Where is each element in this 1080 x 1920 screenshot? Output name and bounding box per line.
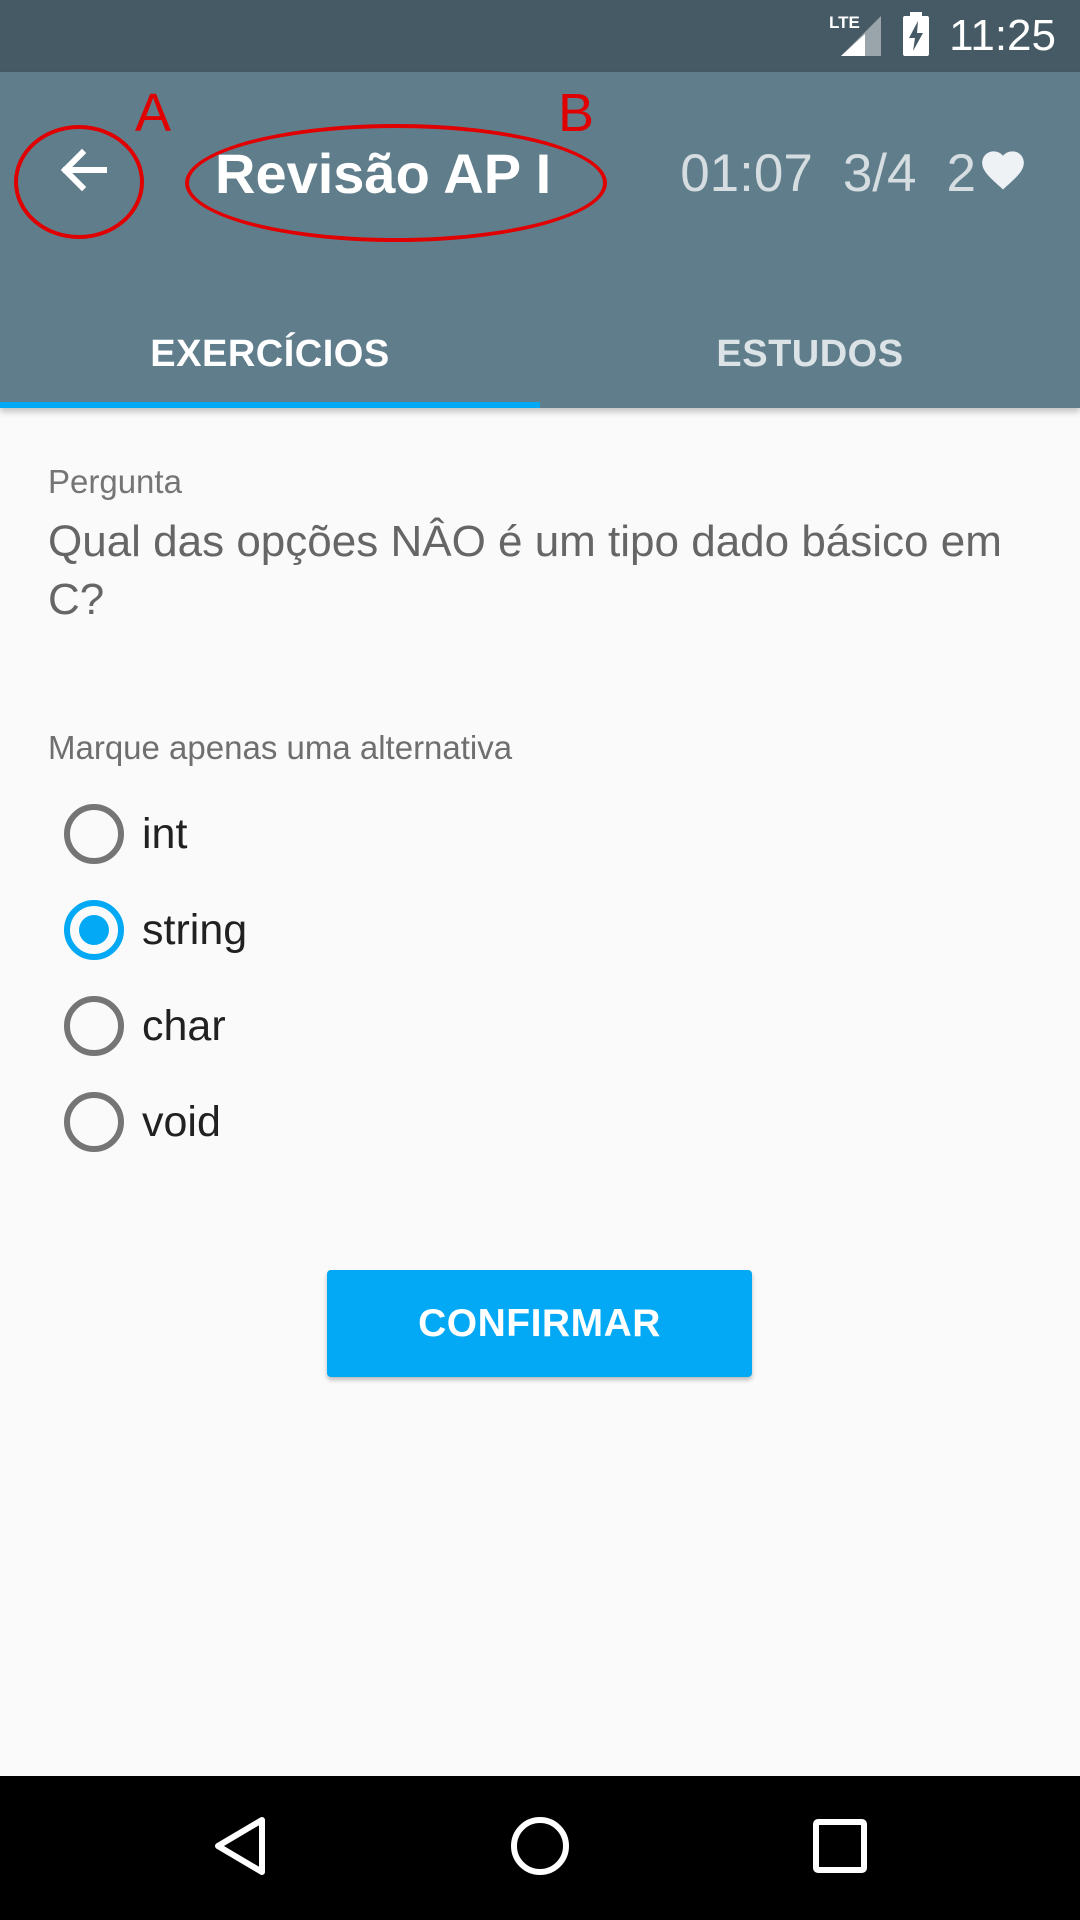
lives-count: 2 (946, 144, 976, 203)
tab-exercicios[interactable]: EXERCÍCIOS (0, 300, 540, 408)
answer-option-int[interactable]: int (64, 786, 247, 882)
radio-button[interactable] (64, 1092, 124, 1152)
answer-option-label: int (142, 810, 188, 858)
lte-signal-icon: LTE (827, 10, 883, 63)
question-label: Pergunta (48, 463, 182, 500)
answer-option-char[interactable]: char (64, 978, 247, 1074)
answer-radio-group: int string char void (64, 786, 247, 1170)
lives-counter: 2 (947, 142, 1028, 206)
progress-text: 3/4 (842, 144, 917, 203)
status-time: 11:25 (949, 11, 1056, 60)
exercise-content: Pergunta Qual das opções NÂO é um tipo d… (0, 408, 1080, 1776)
page-title: Revisão AP I (215, 142, 552, 205)
annotation-label-a: A (135, 83, 172, 143)
navigation-bar (0, 1776, 1080, 1920)
app-bar: Revisão AP I 01:07 3/4 2 A B EXERCÍCIOS … (0, 72, 1080, 408)
nav-back-button[interactable] (198, 1806, 282, 1890)
triangle-back-icon (210, 1814, 270, 1883)
confirm-button[interactable]: CONFIRMAR (327, 1270, 752, 1377)
radio-button[interactable] (64, 804, 124, 864)
tab-label: ESTUDOS (716, 332, 904, 375)
radio-button[interactable] (64, 996, 124, 1056)
tab-estudos[interactable]: ESTUDOS (540, 300, 1080, 408)
tab-label: EXERCÍCIOS (150, 332, 390, 375)
answer-option-void[interactable]: void (64, 1074, 247, 1170)
quiz-stats: 01:07 3/4 2 (680, 142, 1028, 206)
battery-charging-icon (901, 10, 931, 63)
status-icons: LTE 11:25 (827, 0, 1056, 72)
heart-icon (978, 142, 1028, 206)
back-button[interactable] (40, 128, 128, 216)
annotation-label-b: B (558, 83, 595, 143)
nav-recents-button[interactable] (798, 1806, 882, 1890)
radio-button-selected[interactable] (64, 900, 124, 960)
answer-option-label: string (142, 906, 248, 954)
timer-text: 01:07 (680, 144, 813, 203)
tab-indicator (0, 402, 540, 408)
answer-option-label: void (142, 1098, 221, 1146)
svg-text:LTE: LTE (829, 13, 860, 32)
status-bar: LTE 11:25 (0, 0, 1080, 72)
circle-home-icon (508, 1814, 572, 1883)
square-recents-icon (810, 1816, 870, 1881)
answer-instruction: Marque apenas uma alternativa (48, 729, 513, 766)
answer-option-label: char (142, 1002, 226, 1050)
nav-home-button[interactable] (498, 1806, 582, 1890)
tab-bar: EXERCÍCIOS ESTUDOS (0, 300, 1080, 408)
answer-option-string[interactable]: string (64, 882, 247, 978)
arrow-back-icon (56, 142, 112, 203)
question-text: Qual das opções NÂO é um tipo dado básic… (48, 517, 1002, 624)
